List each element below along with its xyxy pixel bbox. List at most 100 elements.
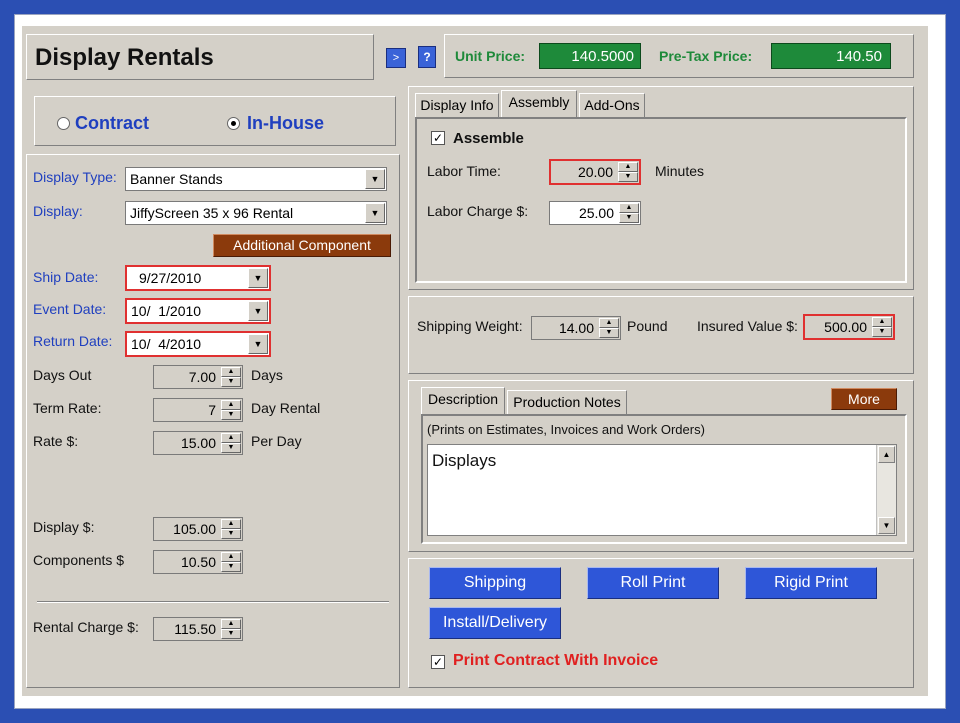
down-icon[interactable]: ▼ xyxy=(221,377,241,387)
description-textarea[interactable]: Displays ▲ ▼ xyxy=(427,444,897,536)
down-icon[interactable]: ▼ xyxy=(872,327,892,337)
labor-charge-label: Labor Charge $: xyxy=(427,203,529,219)
scroll-down-icon[interactable]: ▼ xyxy=(878,517,895,534)
down-icon[interactable]: ▼ xyxy=(619,213,639,223)
up-icon[interactable]: ▲ xyxy=(221,433,241,443)
labor-time-value: 20.00 xyxy=(577,164,613,180)
inhouse-label[interactable]: In-House xyxy=(247,113,324,134)
components-label: Components $ xyxy=(33,552,125,568)
contract-radio[interactable] xyxy=(57,117,70,130)
days-unit: Days xyxy=(251,367,283,383)
components-spinner[interactable]: ▲ ▼ xyxy=(221,552,241,572)
roll-print-button[interactable]: Roll Print xyxy=(587,567,719,599)
rate-spinner[interactable]: ▲ ▼ xyxy=(221,433,241,453)
days-out-spinner[interactable]: ▲ ▼ xyxy=(221,367,241,387)
up-icon[interactable]: ▲ xyxy=(221,552,241,562)
days-out-field[interactable]: 7.00 ▲ ▼ xyxy=(153,365,243,389)
rental-charge-field[interactable]: 115.50 ▲ ▼ xyxy=(153,617,243,641)
labor-time-spinner[interactable]: ▲ ▼ xyxy=(618,162,638,182)
down-icon[interactable]: ▼ xyxy=(221,410,241,420)
insured-value: 500.00 xyxy=(824,319,867,335)
term-rate-spinner[interactable]: ▲ ▼ xyxy=(221,400,241,420)
down-icon[interactable]: ▼ xyxy=(221,562,241,572)
labor-time-label: Labor Time: xyxy=(427,163,501,179)
components-value: 10.50 xyxy=(180,554,216,570)
insured-value-field[interactable]: 500.00 ▲ ▼ xyxy=(803,314,895,340)
components-field[interactable]: 10.50 ▲ ▼ xyxy=(153,550,243,574)
display-select[interactable]: JiffyScreen 35 x 96 Rental ▼ xyxy=(125,201,387,225)
down-icon[interactable]: ▼ xyxy=(618,172,638,182)
scrollbar[interactable]: ▲ ▼ xyxy=(876,445,896,535)
days-out-label: Days Out xyxy=(33,367,92,383)
event-date-value: 10/ 1/2010 xyxy=(131,303,202,319)
contract-label[interactable]: Contract xyxy=(75,113,149,134)
down-icon[interactable]: ▼ xyxy=(599,328,619,338)
labor-charge-spinner[interactable]: ▲ ▼ xyxy=(619,203,639,223)
rigid-print-button[interactable]: Rigid Print xyxy=(745,567,877,599)
nav-forward-icon[interactable]: > xyxy=(386,48,406,68)
chevron-down-icon[interactable]: ▼ xyxy=(248,334,268,354)
return-date-field[interactable]: 10/ 4/2010 ▼ xyxy=(125,331,271,357)
print-contract-label[interactable]: Print Contract With Invoice xyxy=(453,652,658,670)
labor-charge-value: 25.00 xyxy=(578,205,614,221)
down-icon[interactable]: ▼ xyxy=(221,443,241,453)
up-icon[interactable]: ▲ xyxy=(599,318,619,328)
term-rate-value: 7 xyxy=(208,402,216,418)
insured-value-spinner[interactable]: ▲ ▼ xyxy=(872,317,892,337)
chevron-down-icon[interactable]: ▼ xyxy=(365,169,385,189)
display-cost-spinner[interactable]: ▲ ▼ xyxy=(221,519,241,539)
labor-charge-field[interactable]: 25.00 ▲ ▼ xyxy=(549,201,641,225)
tab-assembly[interactable]: Assembly xyxy=(501,90,577,117)
ship-date-field[interactable]: 9/27/2010 ▼ xyxy=(125,265,271,291)
up-icon[interactable]: ▲ xyxy=(221,400,241,410)
shipping-button[interactable]: Shipping xyxy=(429,567,561,599)
page-title: Display Rentals xyxy=(35,44,214,71)
additional-component-button[interactable]: Additional Component xyxy=(213,234,391,257)
mode-panel: Contract In-House xyxy=(34,96,396,146)
ship-date-label: Ship Date: xyxy=(33,269,99,285)
rental-charge-label: Rental Charge $: xyxy=(33,619,139,635)
scroll-up-icon[interactable]: ▲ xyxy=(878,446,895,463)
inhouse-radio[interactable] xyxy=(227,117,240,130)
up-icon[interactable]: ▲ xyxy=(221,619,241,629)
chevron-down-icon[interactable]: ▼ xyxy=(365,203,385,223)
tab-description[interactable]: Description xyxy=(421,387,505,414)
description-hint: (Prints on Estimates, Invoices and Work … xyxy=(427,422,705,437)
rate-value: 15.00 xyxy=(180,435,216,451)
tabs-panel: Display Info Assembly Add-Ons ✓ Assemble… xyxy=(408,86,914,290)
tab-add-ons[interactable]: Add-Ons xyxy=(579,93,645,117)
shipping-weight-spinner[interactable]: ▲ ▼ xyxy=(599,318,619,338)
rental-charge-spinner[interactable]: ▲ ▼ xyxy=(221,619,241,639)
install-delivery-button[interactable]: Install/Delivery xyxy=(429,607,561,639)
help-icon[interactable]: ? xyxy=(418,46,436,68)
chevron-down-icon[interactable]: ▼ xyxy=(248,301,268,321)
assemble-checkbox[interactable]: ✓ xyxy=(431,131,445,145)
display-type-select[interactable]: Banner Stands ▼ xyxy=(125,167,387,191)
notes-panel: Description Production Notes More (Print… xyxy=(408,380,914,552)
shipping-panel: Shipping Weight: 14.00 ▲ ▼ Pound Insured V… xyxy=(408,296,914,374)
up-icon[interactable]: ▲ xyxy=(221,519,241,529)
more-button[interactable]: More xyxy=(831,388,897,410)
pretax-price-label: Pre-Tax Price: xyxy=(659,48,753,64)
up-icon[interactable]: ▲ xyxy=(872,317,892,327)
print-contract-checkbox[interactable]: ✓ xyxy=(431,655,445,669)
rate-field[interactable]: 15.00 ▲ ▼ xyxy=(153,431,243,455)
tab-production-notes[interactable]: Production Notes xyxy=(507,390,627,414)
down-icon[interactable]: ▼ xyxy=(221,529,241,539)
down-icon[interactable]: ▼ xyxy=(221,629,241,639)
term-rate-field[interactable]: 7 ▲ ▼ xyxy=(153,398,243,422)
up-icon[interactable]: ▲ xyxy=(221,367,241,377)
display-label: Display: xyxy=(33,203,83,219)
labor-time-field[interactable]: 20.00 ▲ ▼ xyxy=(549,159,641,185)
unit-price-label: Unit Price: xyxy=(455,48,526,64)
up-icon[interactable]: ▲ xyxy=(619,203,639,213)
display-cost-field[interactable]: 105.00 ▲ ▼ xyxy=(153,517,243,541)
chevron-down-icon[interactable]: ▼ xyxy=(248,268,268,288)
tab-display-info[interactable]: Display Info xyxy=(415,93,499,117)
shipping-weight-field[interactable]: 14.00 ▲ ▼ xyxy=(531,316,621,340)
nav-forward-glyph: > xyxy=(392,52,400,64)
event-date-field[interactable]: 10/ 1/2010 ▼ xyxy=(125,298,271,324)
rate-label: Rate $: xyxy=(33,433,79,449)
up-icon[interactable]: ▲ xyxy=(618,162,638,172)
display-cost-value: 105.00 xyxy=(173,521,216,537)
